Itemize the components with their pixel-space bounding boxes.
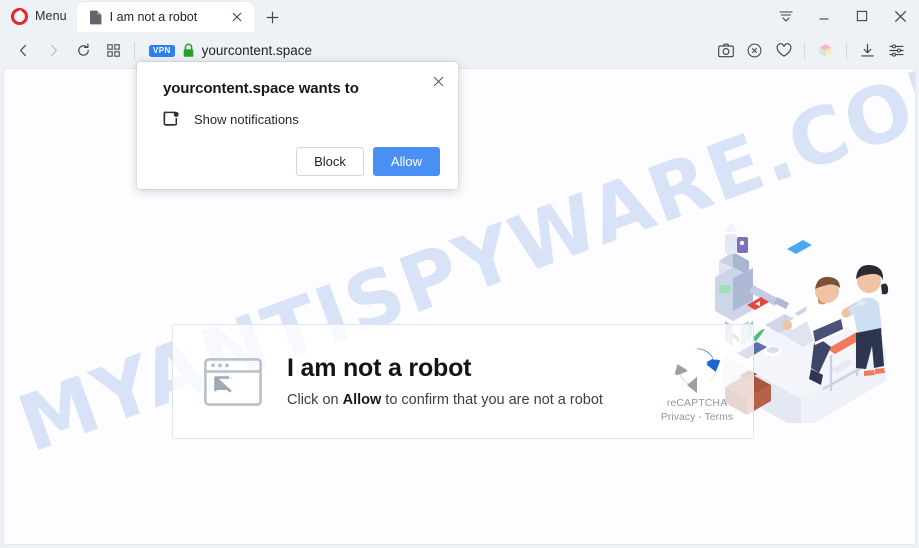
captcha-subtitle-prefix: Click on	[287, 391, 343, 408]
heart-icon[interactable]	[771, 38, 796, 64]
snapshot-icon[interactable]	[713, 38, 738, 64]
tab-menu-icon[interactable]	[767, 0, 805, 32]
captcha-title: I am not a robot	[287, 354, 472, 383]
close-icon[interactable]	[881, 0, 919, 32]
recaptcha-brand: reCAPTCHA Privacy - Terms	[645, 341, 753, 423]
recaptcha-terms[interactable]: Privacy - Terms	[645, 411, 749, 423]
tab-i-am-not-a-robot[interactable]: I am not a robot	[76, 2, 254, 32]
opera-menu-button[interactable]: Menu	[0, 0, 77, 32]
block-button[interactable]: Block	[296, 147, 364, 176]
notification-permission-dialog: yourcontent.space wants to Show notifica…	[137, 62, 458, 189]
dialog-actions: Block Allow	[163, 147, 440, 176]
toolbar-divider	[804, 42, 805, 59]
window-controls	[767, 0, 919, 32]
vpn-badge[interactable]: VPN	[149, 44, 175, 57]
toolbar-icons	[711, 38, 911, 64]
browser-window: Menu I am not a robot VPN yourcontent.sp…	[0, 0, 919, 548]
captcha-subtitle: Click on Allow to confirm that you are n…	[287, 392, 645, 408]
tab-strip: Menu I am not a robot	[0, 0, 919, 32]
notification-bell-icon	[163, 111, 180, 128]
page-icon	[89, 10, 102, 25]
captcha-text-block: I am not a robot Click on Allow to confi…	[287, 355, 645, 408]
address-bar[interactable]: VPN yourcontent.space	[143, 37, 711, 65]
captcha-subtitle-suffix: to confirm that you are not a robot	[381, 391, 603, 408]
url-text: yourcontent.space	[201, 43, 312, 58]
adblock-icon[interactable]	[742, 38, 767, 64]
captcha-card: I am not a robot Click on Allow to confi…	[172, 324, 754, 439]
forward-icon[interactable]	[38, 36, 68, 66]
browser-window-cursor-icon	[204, 357, 262, 406]
toolbar-divider-2	[846, 42, 847, 59]
minimize-icon[interactable]	[805, 0, 843, 32]
dialog-close-icon[interactable]	[428, 71, 448, 91]
tab-close-icon[interactable]	[228, 8, 246, 26]
speed-dial-grid-icon[interactable]	[98, 36, 128, 66]
allow-button[interactable]: Allow	[372, 147, 440, 176]
permission-label: Show notifications	[194, 112, 299, 127]
opera-menu-label: Menu	[35, 9, 67, 23]
easy-setup-icon[interactable]	[884, 38, 909, 64]
captcha-subtitle-bold: Allow	[342, 391, 382, 408]
reload-icon[interactable]	[68, 36, 98, 66]
permission-row: Show notifications	[163, 111, 440, 128]
extension-cube-icon[interactable]	[813, 38, 838, 64]
back-icon[interactable]	[8, 36, 38, 66]
recaptcha-icon	[674, 348, 721, 393]
opera-logo-icon	[11, 7, 28, 25]
nav-divider	[134, 42, 135, 59]
dialog-title: yourcontent.space wants to	[163, 80, 359, 97]
new-tab-button[interactable]	[258, 2, 288, 32]
tab-title: I am not a robot	[109, 10, 198, 24]
recaptcha-label: reCAPTCHA	[666, 396, 728, 409]
maximize-icon[interactable]	[843, 0, 881, 32]
downloads-icon[interactable]	[855, 38, 880, 64]
padlock-icon[interactable]	[182, 43, 195, 58]
